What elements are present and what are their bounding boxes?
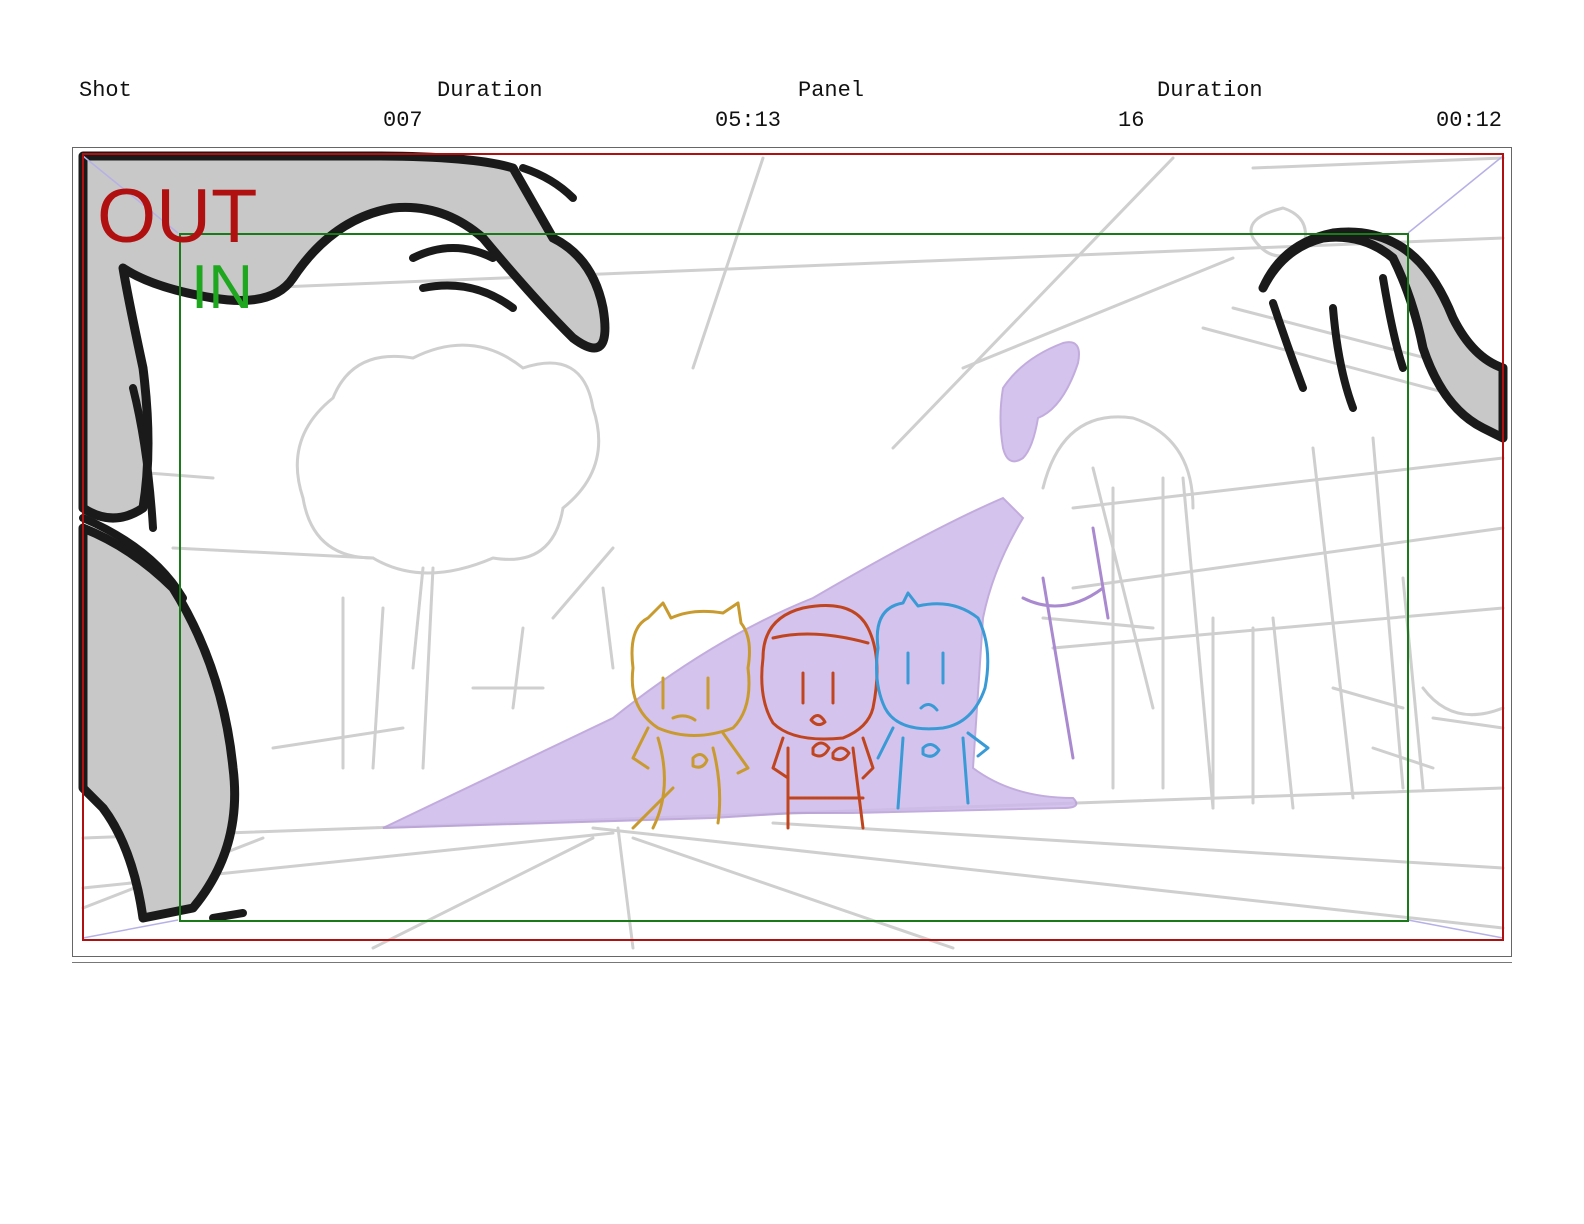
- panel-number: 16: [1118, 108, 1145, 133]
- shot-number: 007: [383, 108, 423, 133]
- storyboard-panel: OUT IN: [72, 147, 1512, 957]
- in-label: IN: [191, 253, 253, 322]
- panel-underline: [72, 962, 1512, 963]
- panel-duration-label: Duration: [1157, 78, 1263, 103]
- shot-label: Shot: [79, 78, 132, 103]
- panel-drawing: OUT IN: [78, 151, 1508, 950]
- panel-label: Panel: [798, 78, 865, 103]
- shot-duration-label: Duration: [437, 78, 543, 103]
- out-label: OUT: [97, 174, 257, 259]
- panel-duration-value: 00:12: [1436, 108, 1503, 133]
- shot-duration-value: 05:13: [715, 108, 782, 133]
- shadow-shapes: [382, 341, 1080, 829]
- in-frame: [179, 233, 1409, 922]
